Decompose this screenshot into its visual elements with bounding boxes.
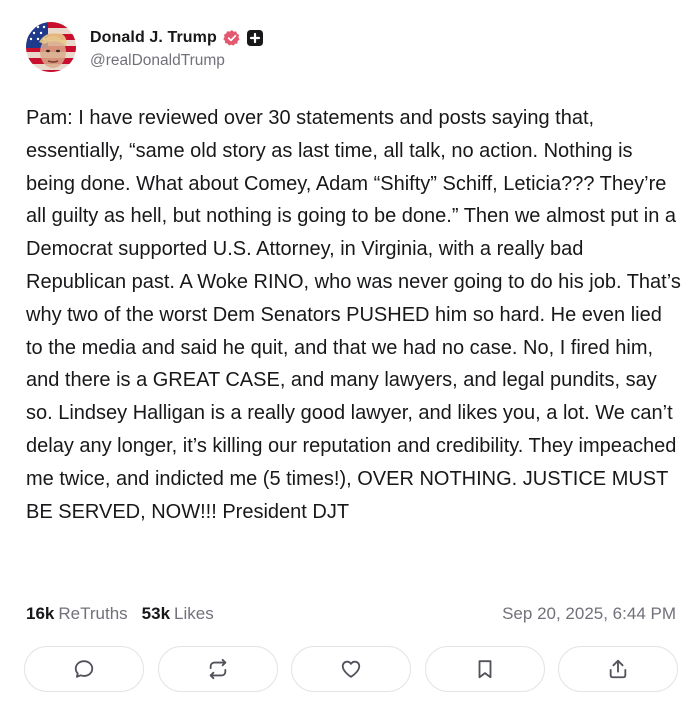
- truth-plus-icon: [246, 29, 263, 46]
- retruth-button[interactable]: [157, 646, 278, 692]
- reply-icon: [73, 658, 95, 680]
- post-stats: 16k ReTruths 53k Likes Sep 20, 2025, 6:4…: [26, 600, 676, 628]
- retruths-label: ReTruths: [58, 604, 128, 623]
- reply-button[interactable]: [24, 646, 144, 692]
- share-icon: [607, 658, 629, 680]
- post-card: Donald J. Trump @realDonaldTrump Pam: I …: [0, 0, 691, 703]
- bookmark-icon: [474, 658, 496, 680]
- share-button[interactable]: [558, 646, 678, 692]
- likes-count: 53k: [141, 604, 171, 623]
- retruths-stat[interactable]: 16k ReTruths: [26, 604, 128, 624]
- like-button[interactable]: [291, 646, 411, 692]
- author-display-name[interactable]: Donald J. Trump: [90, 29, 217, 47]
- avatar[interactable]: [26, 22, 76, 72]
- verified-badge-icon: [223, 29, 241, 47]
- heart-icon: [340, 658, 362, 680]
- author-info: Donald J. Trump @realDonaldTrump: [90, 25, 263, 70]
- retruth-icon: [207, 658, 229, 680]
- author-handle[interactable]: @realDonaldTrump: [90, 52, 263, 70]
- retruths-count: 16k: [26, 604, 55, 623]
- author-name-row: Donald J. Trump: [90, 25, 263, 51]
- post-actions: [24, 646, 678, 696]
- bookmark-button[interactable]: [424, 646, 545, 692]
- post-header: Donald J. Trump @realDonaldTrump: [26, 22, 263, 72]
- post-body-text: Pam: I have reviewed over 30 statements …: [26, 107, 687, 523]
- post-timestamp[interactable]: Sep 20, 2025, 6:44 PM: [502, 604, 676, 624]
- likes-stat[interactable]: 53k Likes: [142, 604, 214, 624]
- likes-label: Likes: [174, 604, 214, 623]
